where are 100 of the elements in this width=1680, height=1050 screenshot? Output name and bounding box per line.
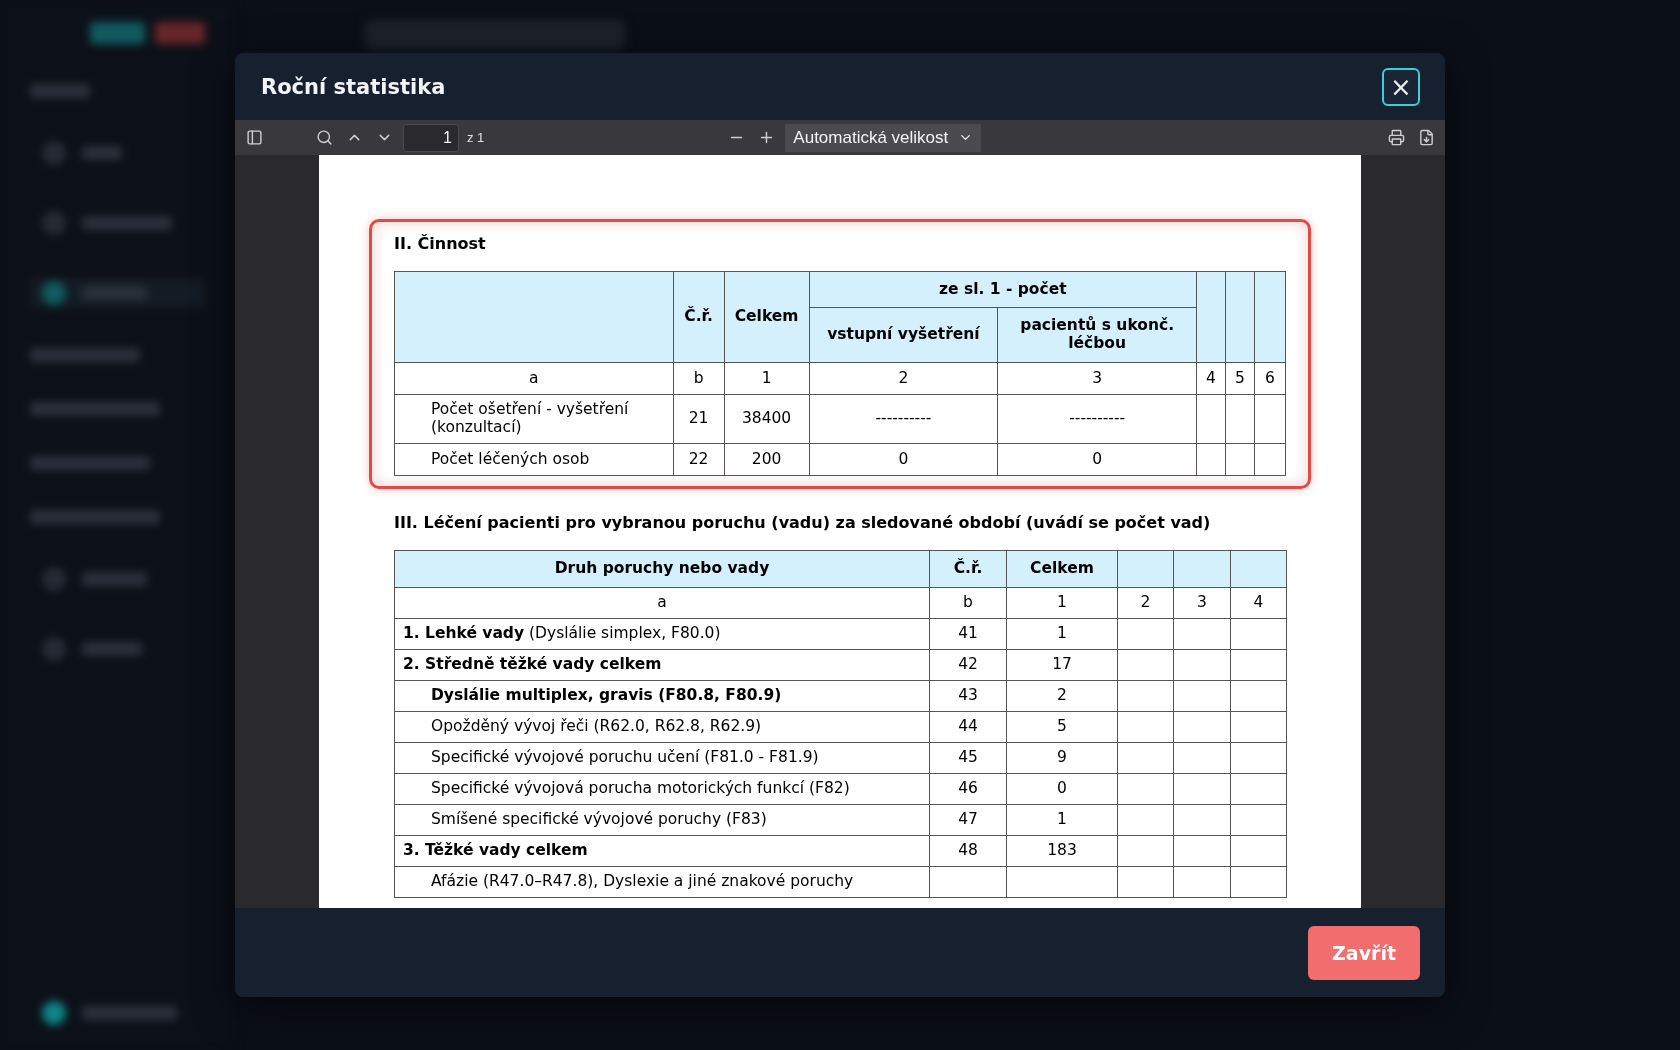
- table-cell: [1117, 680, 1174, 712]
- table-cell: 45: [929, 742, 1007, 774]
- table-cell: 2: [809, 362, 998, 395]
- table-cell: [1196, 394, 1226, 444]
- header-cell: Celkem: [724, 271, 810, 363]
- table-cell: [1173, 711, 1231, 743]
- header-cell: [1173, 550, 1231, 588]
- table-cell: 4: [1196, 362, 1226, 395]
- table-cell: 5: [1006, 711, 1118, 743]
- table-cell: 183: [1006, 835, 1118, 867]
- table-cell: Specifické vývojová porucha motorických funkcí (F82): [394, 773, 930, 805]
- header-cell: Celkem: [1006, 550, 1118, 588]
- table-cell: [1173, 835, 1231, 867]
- table-cell: [1225, 394, 1255, 444]
- table-cell: [1173, 680, 1231, 712]
- table-cell: [1117, 649, 1174, 681]
- header-cell: [1230, 550, 1287, 588]
- table-cell: b: [929, 587, 1007, 619]
- section-title: III. Léčení pacienti pro vybranou poruchu (vadu) za sledované období (uvádí se počet vad): [394, 513, 1212, 532]
- table-cell: 3: [997, 362, 1197, 395]
- table-cell: 46: [929, 773, 1007, 805]
- table-cell: [1117, 866, 1174, 898]
- table-cell: [1173, 618, 1231, 650]
- table-cell: 1: [724, 362, 810, 395]
- table-cell: [1117, 618, 1174, 650]
- table-cell: [1173, 866, 1231, 898]
- table-cell: a: [394, 587, 930, 619]
- table-cell: 6: [1254, 362, 1286, 395]
- table-cell: [1230, 742, 1287, 774]
- page-count: z 1: [467, 130, 485, 145]
- table-cell: [1230, 835, 1287, 867]
- table-cell: 200: [724, 443, 810, 476]
- table-cell: [1117, 804, 1174, 836]
- table-cell: [1173, 773, 1231, 805]
- table-cell: 0: [1006, 773, 1118, 805]
- header-cell: Č.ř.: [929, 550, 1007, 588]
- table-cell: [1230, 804, 1287, 836]
- table-cell: 1. Lehké vady (Dyslálie simplex, F80.0): [394, 618, 930, 650]
- table-cell: 48: [929, 835, 1007, 867]
- table-cell: [1230, 711, 1287, 743]
- table-cell: Počet ošetření - vyšetření (konzultací): [394, 394, 674, 444]
- table-cell: [1230, 618, 1287, 650]
- table-cell: 9: [1006, 742, 1118, 774]
- table-cell: [1254, 394, 1286, 444]
- table-cell: [1254, 443, 1286, 476]
- table-cell: [1117, 773, 1174, 805]
- table-cell: 38400: [724, 394, 810, 444]
- table-cell: 2: [1117, 587, 1174, 619]
- table-cell: b: [673, 362, 725, 395]
- table-cell: Opožděný vývoj řeči (R62.0, R62.8, R62.9): [394, 711, 930, 743]
- table-cell: [1173, 649, 1231, 681]
- header-cell: Druh poruchy nebo vady: [394, 550, 930, 588]
- table-cell: [1230, 773, 1287, 805]
- page-number-field[interactable]: 1: [403, 123, 459, 152]
- table-cell: Počet léčených osob: [394, 443, 674, 476]
- table-cell: [1196, 443, 1226, 476]
- table-cell: 42: [929, 649, 1007, 681]
- section-title: II. Činnost: [394, 234, 487, 253]
- table-cell: a: [394, 362, 674, 395]
- table-cell: [1225, 443, 1255, 476]
- table-cell: [1230, 866, 1287, 898]
- table-cell: 47: [929, 804, 1007, 836]
- table-cell: Specifické vývojové poruchu učení (F81.0 - F81.9): [394, 742, 930, 774]
- table-cell: 2: [1006, 680, 1118, 712]
- table-cell: Dyslálie multiplex, gravis (F80.8, F80.9): [394, 680, 930, 712]
- table-cell: [1173, 742, 1231, 774]
- table-cell: 22: [673, 443, 725, 476]
- table-cell: [1173, 804, 1231, 836]
- table-cell: 3. Těžké vady celkem: [394, 835, 930, 867]
- table-cell: [1117, 835, 1174, 867]
- header-cell: [1117, 550, 1174, 588]
- table-cell: [1230, 680, 1287, 712]
- header-cell: ze sl. 1 - počet: [809, 271, 1197, 308]
- table-cell: Afázie (R47.0–R47.8), Dyslexie a jiné znakové poruchy: [394, 866, 930, 898]
- table-cell: ----------: [997, 394, 1197, 444]
- table-cell: 2. Středně těžké vady celkem: [394, 649, 930, 681]
- table-cell: 0: [809, 443, 998, 476]
- table-cell: [1230, 649, 1287, 681]
- table-cell: 44: [929, 711, 1007, 743]
- table-cell: 1: [1006, 618, 1118, 650]
- table-cell: [1117, 711, 1174, 743]
- header-cell: pacientů s ukonč. léčbou: [997, 307, 1197, 363]
- table-cell: Smíšené specifické vývojové poruchy (F83): [394, 804, 930, 836]
- table-cell: 41: [929, 618, 1007, 650]
- table-cell: 21: [673, 394, 725, 444]
- table-cell: ----------: [809, 394, 998, 444]
- zoom-select[interactable]: Automatická velikost: [785, 123, 982, 152]
- header-cell: vstupní vyšetření: [809, 307, 998, 363]
- table-cell: 1: [1006, 804, 1118, 836]
- table-cell: [1117, 742, 1174, 774]
- modal-title: Roční statistika: [261, 74, 446, 99]
- table-cell: 4: [1230, 587, 1287, 619]
- table-cell: 3: [1173, 587, 1231, 619]
- table-cell: 17: [1006, 649, 1118, 681]
- header-cell: Č.ř.: [673, 271, 725, 363]
- table-cell: 0: [997, 443, 1197, 476]
- table-cell: 5: [1225, 362, 1255, 395]
- table-cell: 1: [1006, 587, 1118, 619]
- close-button[interactable]: ×: [1382, 67, 1420, 106]
- table-cell: 43: [929, 680, 1007, 712]
